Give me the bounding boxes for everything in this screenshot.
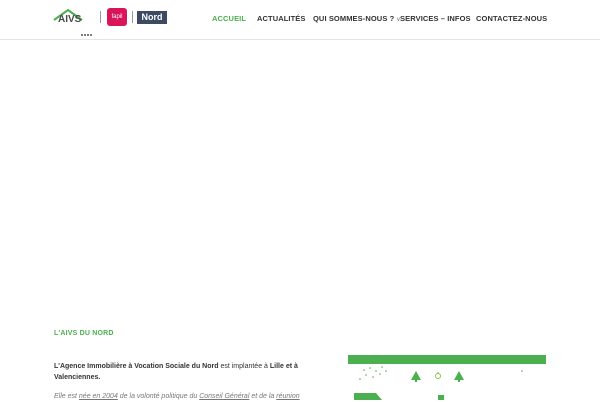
nav-item-contactez-nous[interactable]: CONTACTEZ-NOUS <box>476 14 547 23</box>
text-span: née en 2004 <box>78 393 118 400</box>
text-span: Conseil Général <box>199 393 250 400</box>
text-span: Elle est <box>54 393 79 400</box>
text-span: est implantée à <box>218 363 270 370</box>
nord-logo: Nord <box>137 11 167 24</box>
circle-icon <box>435 373 441 379</box>
text-span: et de la <box>249 393 277 400</box>
decorative-illustration <box>348 355 546 400</box>
nav-item-accueil[interactable]: ACCUEIL <box>212 14 246 23</box>
intro-paragraph: L'Agence Immobilière à Vocation Sociale … <box>54 361 304 383</box>
illustration-banner <box>348 355 546 364</box>
history-paragraph: Elle est née en 2004 de la volonté polit… <box>54 391 304 402</box>
tree-icon <box>454 371 464 382</box>
nav-item-label: QUI SOMMES-NOUS ? <box>313 14 395 23</box>
illustration-shape <box>438 395 444 400</box>
aivs-logo-text: AIVS <box>58 14 82 25</box>
section-title: L'AIVS DU NORD <box>54 330 114 337</box>
logo-dots <box>81 23 95 36</box>
illustration-dots <box>359 366 523 380</box>
nav-item-qui-sommes-nous[interactable]: QUI SOMMES-NOUS ? ∨ <box>313 14 401 23</box>
site-header: AIVS fapil Nord ACCUEIL ACTUALITÉS QUI S… <box>0 0 600 40</box>
site-logo[interactable]: AIVS fapil Nord <box>53 8 171 36</box>
text-span: réunion <box>276 393 300 400</box>
tree-icon <box>411 371 421 382</box>
logo-divider <box>132 11 133 23</box>
aivs-logo: AIVS <box>53 8 95 36</box>
nav-item-services-infos[interactable]: SERVICES – INFOS <box>400 14 471 23</box>
nav-item-actualites[interactable]: ACTUALITÉS <box>257 14 306 23</box>
fapil-logo: fapil <box>107 8 127 26</box>
illustration-shape <box>354 393 382 400</box>
agency-name: L'Agence Immobilière à Vocation Sociale … <box>54 363 219 370</box>
text-span: de la volonté politique du <box>117 393 200 400</box>
logo-divider <box>100 11 101 23</box>
